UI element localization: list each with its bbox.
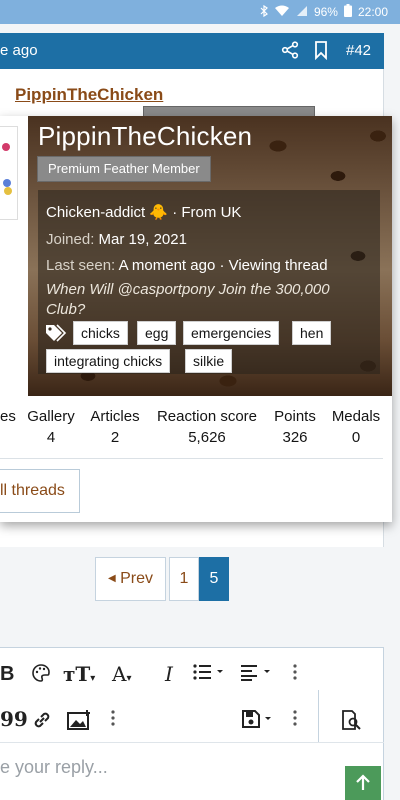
link-icon[interactable] xyxy=(31,709,53,736)
caret-left-icon: ◀ xyxy=(107,573,116,584)
bold-icon[interactable]: B xyxy=(0,663,14,685)
post-author-link[interactable]: PippinTheChicken xyxy=(15,85,163,105)
stat-label: Articles xyxy=(90,408,140,425)
pagination-page-1[interactable]: 1 xyxy=(169,557,199,601)
post-number[interactable]: #42 xyxy=(346,42,371,59)
pagination-page-current[interactable]: 5 xyxy=(199,557,229,601)
bluetooth-icon xyxy=(260,4,268,20)
last-seen-line: Last seen: A moment ago · Viewing thread xyxy=(46,257,328,274)
post-header-bar: e ago #42 xyxy=(0,33,384,69)
member-username[interactable]: PippinTheChicken xyxy=(38,121,252,152)
stat-points[interactable]: Points 326 xyxy=(271,408,319,446)
stat-value: 5,626 xyxy=(188,429,226,446)
stat-reaction-score[interactable]: Reaction score 5,626 xyxy=(155,408,259,446)
signal-icon xyxy=(296,5,308,20)
stat-label: Points xyxy=(274,408,316,425)
italic-icon[interactable]: I xyxy=(165,663,173,685)
stat-value: 326 xyxy=(282,429,308,446)
toolbar-divider xyxy=(318,690,319,742)
stat-label: es xyxy=(0,408,16,425)
tag-chicks[interactable]: chicks xyxy=(73,321,128,345)
arrow-up-icon xyxy=(356,774,370,790)
more-options-icon[interactable] xyxy=(110,709,116,732)
palette-icon[interactable] xyxy=(31,663,51,688)
tag-silkie[interactable]: silkie xyxy=(185,349,233,373)
clock: 22:00 xyxy=(357,5,388,19)
tag-hen[interactable]: hen xyxy=(292,321,332,345)
save-draft-icon[interactable] xyxy=(241,709,275,734)
text-size-icon[interactable]: тT▾ xyxy=(63,663,95,690)
post-date[interactable]: e ago xyxy=(0,42,38,59)
share-icon[interactable] xyxy=(281,41,299,59)
bookmark-icon[interactable] xyxy=(314,40,328,61)
stat-value: 2 xyxy=(110,429,120,446)
font-family-icon[interactable]: A▾ xyxy=(112,663,131,690)
tag-emergencies[interactable]: emergencies xyxy=(183,321,280,345)
member-location[interactable]: UK xyxy=(221,204,242,221)
stat-value: 4 xyxy=(46,429,56,446)
align-icon[interactable] xyxy=(240,663,274,686)
more-options-icon[interactable] xyxy=(292,663,298,686)
avatar[interactable] xyxy=(0,126,18,220)
divider xyxy=(0,458,383,459)
joined-label: Joined: xyxy=(46,231,95,248)
preview-icon[interactable] xyxy=(340,709,362,736)
tag-icon xyxy=(45,323,67,343)
quote-icon[interactable]: 99 xyxy=(0,708,28,730)
stat-label: Reaction score xyxy=(156,408,258,425)
last-seen-label: Last seen: xyxy=(46,257,116,274)
tag-egg[interactable]: egg xyxy=(137,321,177,345)
battery-percent: 96% xyxy=(313,5,338,19)
stat-gallery[interactable]: Gallery 4 xyxy=(26,408,76,446)
find-all-threads-button[interactable]: ll threads xyxy=(0,469,80,513)
stat-value: 0 xyxy=(351,429,361,446)
member-signature: When Will @casportpony Join the 300,000 … xyxy=(46,281,330,318)
tag-integrating-chicks[interactable]: integrating chicks xyxy=(46,349,171,373)
stat-label: Medals xyxy=(331,408,381,425)
stat-medals[interactable]: Medals 0 xyxy=(329,408,383,446)
image-icon[interactable] xyxy=(67,709,93,736)
last-seen-value: A moment ago · Viewing thread xyxy=(118,257,328,274)
joined-line: Joined: Mar 19, 2021 xyxy=(46,231,187,248)
status-bar: 96% 22:00 xyxy=(0,0,400,24)
pagination-prev-button[interactable]: ◀ Prev xyxy=(95,557,166,601)
stat-label: Gallery xyxy=(27,408,75,425)
stat-partial[interactable]: es xyxy=(0,408,16,425)
more-options-icon[interactable] xyxy=(292,709,298,732)
post-reply-button[interactable] xyxy=(345,766,381,800)
reply-placeholder[interactable]: e your reply... xyxy=(0,757,108,778)
list-icon[interactable] xyxy=(193,663,227,686)
prev-label: Prev xyxy=(120,570,154,587)
battery-icon xyxy=(343,4,352,20)
member-title-badge: Premium Feather Member xyxy=(37,156,211,182)
member-bio: Chicken-addict 🐥 xyxy=(46,204,169,221)
joined-value: Mar 19, 2021 xyxy=(98,231,187,248)
location-prefix: · From xyxy=(172,204,221,221)
wifi-icon xyxy=(274,5,290,20)
stat-articles[interactable]: Articles 2 xyxy=(88,408,142,446)
member-bio-line: Chicken-addict 🐥 · From UK xyxy=(46,203,241,221)
